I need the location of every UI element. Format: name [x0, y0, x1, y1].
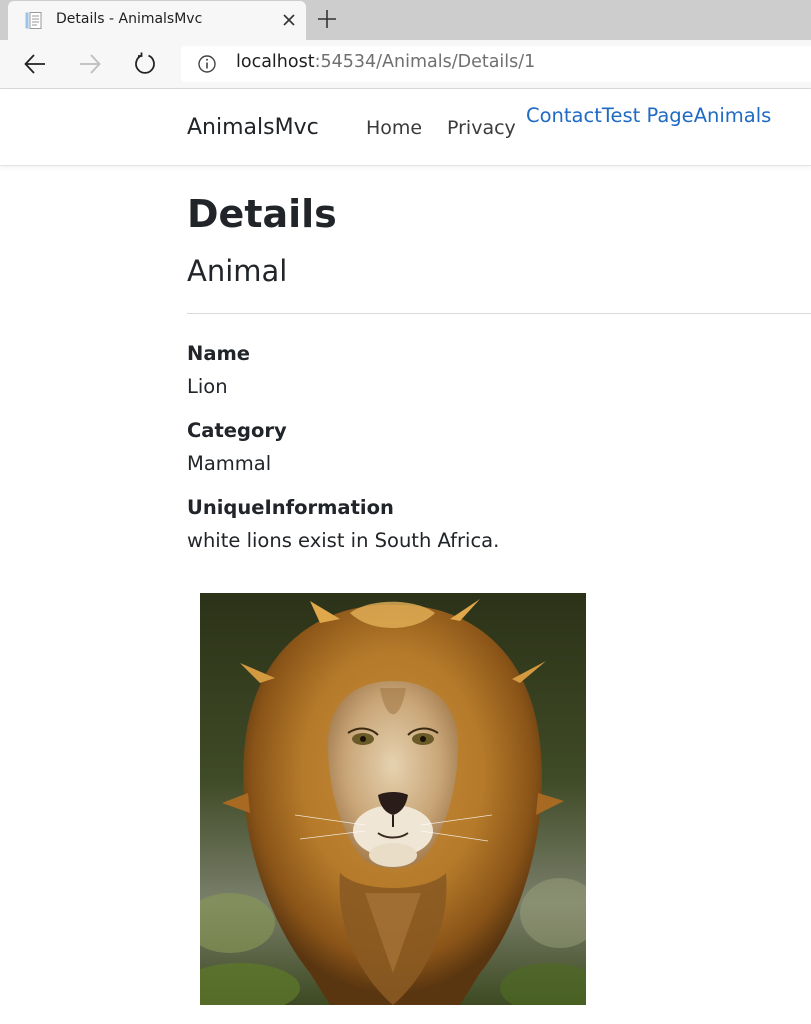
tab-strip: Details - AnimalsMvc — [0, 0, 811, 40]
url-host: localhost — [236, 52, 315, 72]
divider — [187, 313, 811, 314]
brand-link[interactable]: AnimalsMvc — [187, 115, 319, 140]
close-icon[interactable] — [278, 9, 300, 31]
nav-privacy[interactable]: Privacy — [447, 117, 516, 139]
field-label-category: Category — [187, 419, 287, 442]
refresh-icon[interactable] — [133, 52, 157, 76]
arrow-left-icon[interactable] — [23, 52, 47, 76]
field-value-name: Lion — [187, 375, 228, 398]
field-value-category: Mammal — [187, 452, 272, 475]
url-text[interactable]: localhost:54534/Animals/Details/1 — [236, 52, 535, 72]
nav-home[interactable]: Home — [366, 117, 422, 139]
tab-title: Details - AnimalsMvc — [56, 11, 203, 27]
page-subtitle: Animal — [187, 254, 288, 288]
info-icon[interactable] — [197, 54, 217, 74]
document-icon — [25, 12, 42, 29]
field-value-unique-information: white lions exist in South Africa. — [187, 529, 500, 552]
address-bar[interactable]: localhost:54534/Animals/Details/1 — [181, 46, 811, 82]
lion-photo — [180, 593, 600, 1013]
field-label-unique-information: UniqueInformation — [187, 496, 394, 519]
browser-toolbar: localhost:54534/Animals/Details/1 — [0, 40, 811, 89]
plus-icon[interactable] — [316, 8, 338, 30]
arrow-right-icon[interactable] — [78, 52, 102, 76]
nav-animals[interactable]: Animals — [694, 104, 772, 127]
nav-test-page[interactable]: Test Page — [602, 104, 694, 127]
browser-tab[interactable]: Details - AnimalsMvc — [8, 1, 306, 40]
field-label-name: Name — [187, 342, 251, 365]
site-header: AnimalsMvc Home Privacy ContactTest Page… — [0, 89, 811, 166]
nav-contact[interactable]: Contact — [526, 104, 602, 127]
nav-extra-links: ContactTest PageAnimals — [526, 104, 771, 127]
url-path: :54534/Animals/Details/1 — [314, 52, 536, 72]
page-title: Details — [187, 192, 337, 236]
